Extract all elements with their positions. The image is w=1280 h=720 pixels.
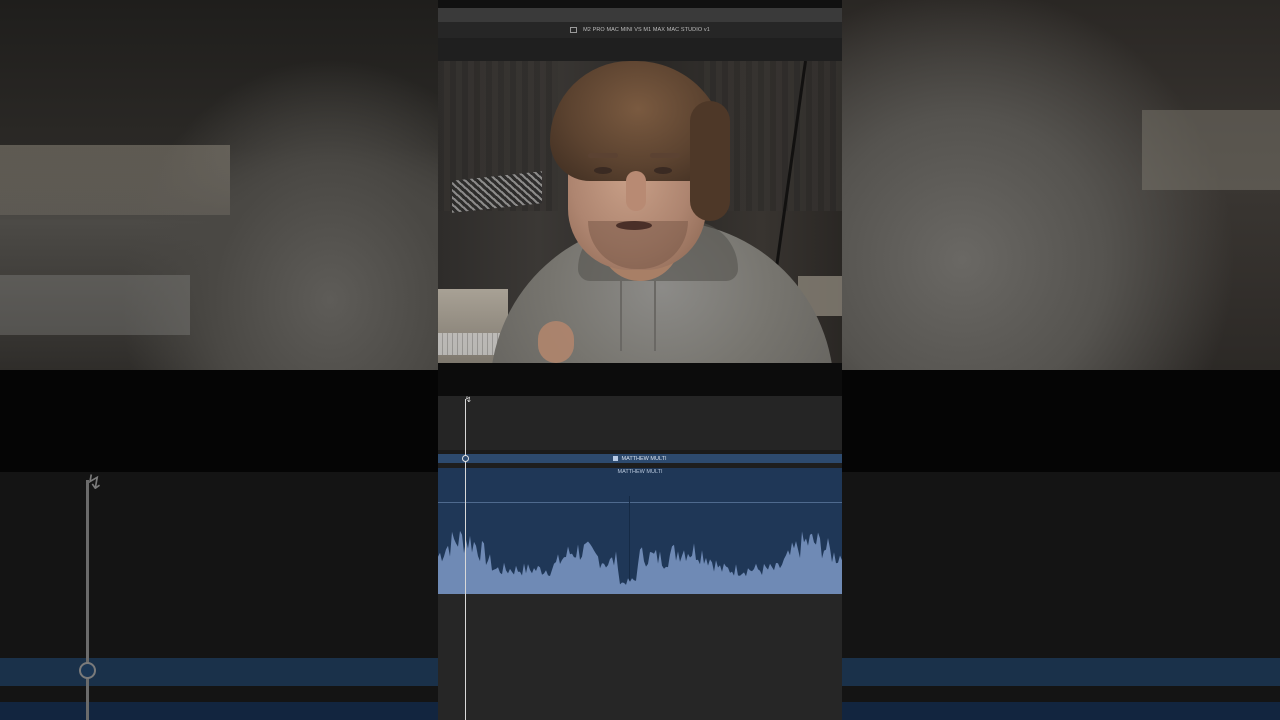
backdrop-shelf: [0, 145, 230, 215]
timeline-layer: ↯ MATTHEW MULTI MATTHEW MULTI: [438, 0, 842, 720]
backdrop-cursor-icon: ↯: [86, 470, 103, 494]
playhead-knob[interactable]: [462, 455, 469, 462]
backdrop-shelf-right: [1142, 110, 1280, 190]
primary-clip-label: MATTHEW MULTI: [621, 455, 667, 462]
backdrop-playhead-knob: [79, 662, 96, 679]
audio-waveform: [438, 530, 842, 594]
trim-cursor-icon: ↯: [465, 395, 472, 404]
backdrop-clip-bar-right: [842, 658, 1280, 686]
backdrop-gap-right: [842, 370, 1280, 472]
backdrop-clip-bar-lower: [0, 702, 438, 720]
backdrop-right: [842, 0, 1280, 720]
backdrop-clip-bar-lower-right: [842, 702, 1280, 720]
multicam-clip-icon: [613, 456, 619, 461]
audio-clip[interactable]: MATTHEW MULTI: [438, 468, 842, 594]
backdrop-gap: [0, 370, 438, 472]
backdrop-clip-bar: [0, 658, 438, 686]
backdrop-left: ↯: [0, 0, 438, 720]
backdrop-keyboard: [0, 275, 190, 335]
empty-track-area[interactable]: [438, 594, 842, 720]
backdrop-playhead: [86, 480, 89, 720]
playhead[interactable]: [465, 399, 466, 720]
primary-clip-bar[interactable]: MATTHEW MULTI: [438, 454, 842, 463]
audio-clip-label: MATTHEW MULTI: [617, 469, 663, 475]
